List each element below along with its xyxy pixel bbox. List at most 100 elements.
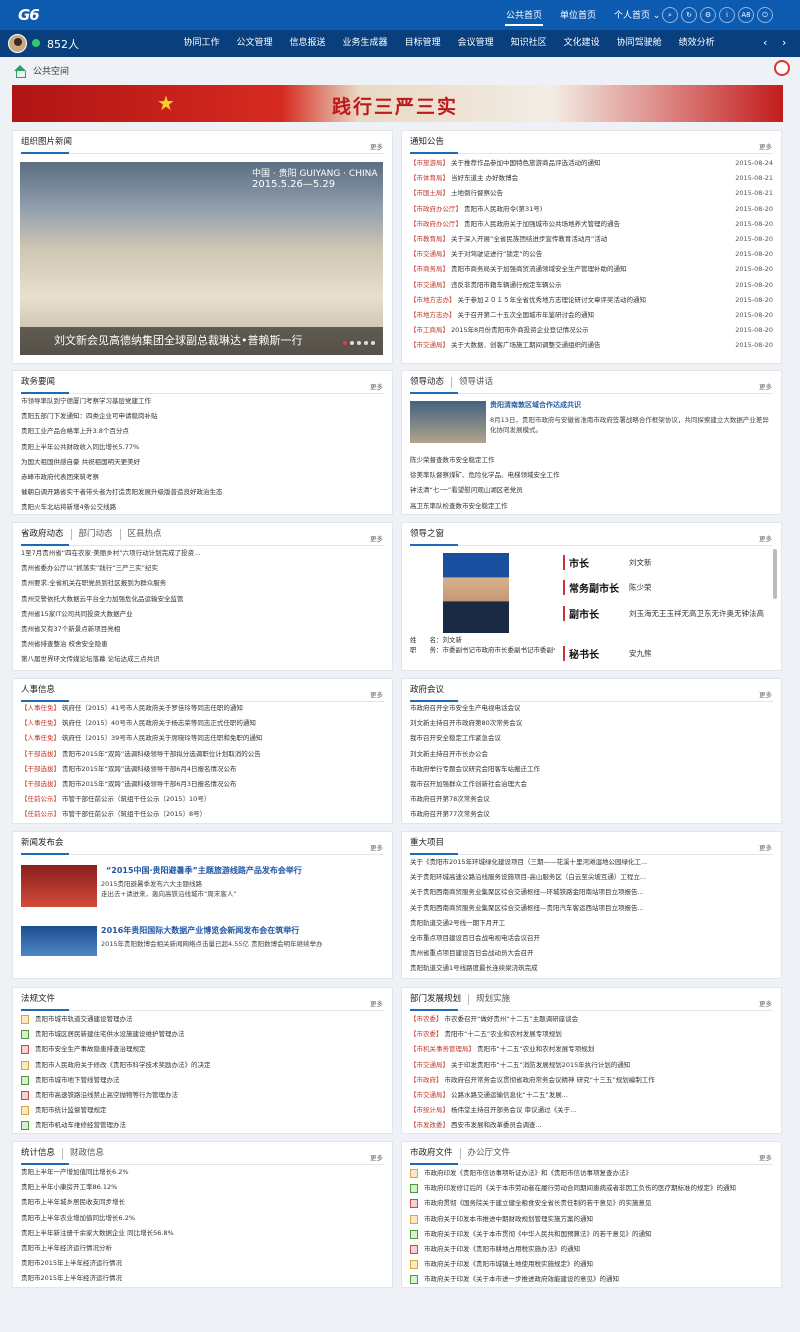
list-item-text[interactable]: 贵阳市“十二五”农业和农村发展专项规划 xyxy=(445,1027,774,1042)
list-item[interactable]: 市政府举行专题会议研究会阳客车站搬迁工作 xyxy=(410,762,773,777)
list-item-text[interactable]: 赤峰市政府代表团来筑考察 xyxy=(21,470,384,485)
list-item[interactable]: 我市召开加强群众工作创新社会治理大会 xyxy=(410,777,773,792)
list-item-text[interactable]: 贵阳市城区居民新建住宅供水设施建设维护管理办法 xyxy=(35,1027,384,1042)
more-link[interactable]: 更多 xyxy=(370,689,383,699)
list-item-tag[interactable]: 【干部选拔】 xyxy=(21,747,60,762)
list-item[interactable]: 贵阳市上半年农业增加值同比增长6.2% xyxy=(21,1211,384,1226)
list-item[interactable]: 市政府贯彻《国务院关于建立健全粮食安全省长责任制的若干意见》的实施意见 xyxy=(410,1196,773,1211)
more-link[interactable]: 更多 xyxy=(759,998,772,1008)
list-item[interactable]: 【市教育局】 关于深入开展“全省民族团结进步宣传教育活动月”活动 2015-08-2… xyxy=(410,232,773,247)
list-item[interactable]: 【任前公示】 市管干部任前公示（筑组干任公示〔2015〕8号） xyxy=(21,807,384,822)
more-link[interactable]: 更多 xyxy=(370,1152,383,1162)
home-icon[interactable] xyxy=(13,64,27,78)
list-item-text[interactable]: 贵阳火车北站将新增4条公交线路 xyxy=(21,500,384,515)
list-item-text[interactable]: 贵阳市上半年农业增加值同比增长6.2% xyxy=(21,1211,384,1226)
list-item[interactable]: 市政府召开第77次常务会议 xyxy=(410,807,773,822)
list-item-text[interactable]: 市政府印发修订后的《关于本市劳动者在履行劳动合同期间患病或者非因工负伤的医疗期标… xyxy=(424,1181,773,1196)
list-item-text[interactable]: 关于参加２０１５年全省优秀地方志理论研讨文章评奖活动的通知 xyxy=(458,293,730,308)
tab-district[interactable]: 区县热点 xyxy=(128,529,169,540)
chevron-left-icon[interactable]: ‹ xyxy=(763,36,767,49)
list-item-text[interactable]: 市政府关于印发《关于本市贯彻《中华人民共和国预算法》的若干意见》的通知 xyxy=(424,1227,773,1242)
list-item[interactable]: 贵阳市机动车维修经营管理办法 xyxy=(21,1118,384,1133)
leader-portrait[interactable] xyxy=(443,553,509,633)
list-item-tag[interactable]: 【市旅游局】 xyxy=(410,156,449,171)
list-item-tag[interactable]: 【市国土局】 xyxy=(410,186,449,201)
list-item[interactable]: 贵州省又有37个新景点新项目亮相 xyxy=(21,622,384,637)
list-item-tag[interactable]: 【干部选拔】 xyxy=(21,777,60,792)
panel-title[interactable]: 新闻发布会 xyxy=(21,838,71,849)
banner[interactable]: ★ 践行三严三实 xyxy=(12,85,783,122)
list-item-text[interactable]: 贵州要求:全省机关在职党员到社区报到为群众服务 xyxy=(21,576,384,591)
nav-item[interactable]: 知识社区 xyxy=(502,30,555,57)
list-item-text[interactable]: 贵州省15家IT公司共同投资大数据产业 xyxy=(21,607,384,622)
list-item[interactable]: 市政府关于印发本市推进中期财政规划管理实施方案的通知 xyxy=(410,1212,773,1227)
panel-title[interactable]: 领导之窗 xyxy=(410,529,451,540)
list-item-text[interactable]: 贵阳市城市轨道交通建设管理办法 xyxy=(35,1012,384,1027)
list-item[interactable]: 贵州省排查整治 校舍安全隐患 xyxy=(21,637,384,652)
list-item[interactable]: 贵阳上半年小康房开工率86.12% xyxy=(21,1180,384,1195)
list-item[interactable]: 我市召开安全稳定工作紧急会议 xyxy=(410,731,773,746)
list-item-text[interactable]: 贵阳市人民政府令(第31号) xyxy=(464,202,729,217)
nav-item[interactable]: 绩效分析 xyxy=(670,30,723,57)
list-item[interactable]: 【干部选拔】 贵阳市2015年“双跨”选调科级领导干部6月4日报名情况公布 xyxy=(21,762,384,777)
list-item[interactable]: 【市交通局】 关于印发贵阳市“十二五”消防发展规划2015年执行计划的通知 xyxy=(410,1058,773,1073)
list-item[interactable]: 【市政府办公厅】 贵阳市人民政府关于加强城市公共场地养犬管理的通告 2015-08-… xyxy=(410,217,773,232)
list-item[interactable]: 刘文新主持召开市政府第80次常务会议 xyxy=(410,716,773,731)
tab-office-docs[interactable]: 办公厅文件 xyxy=(468,1148,518,1159)
list-item[interactable]: 市政府关于印发《关于本市贯彻《中华人民共和国预算法》的若干意见》的通知 xyxy=(410,1227,773,1242)
list-item[interactable]: 贵阳轨道交通2号线一期下月开工 xyxy=(410,916,773,931)
list-item-text[interactable]: 市政府召开常务会议贯彻省政府常务会议精神 研究“十三五”规划编制工作 xyxy=(445,1073,774,1088)
list-item[interactable]: 【市政府】 市政府召开常务会议贯彻省政府常务会议精神 研究“十三五”规划编制工作 xyxy=(410,1073,773,1088)
list-item-text[interactable]: 市政府召开全市安全生产电视电话会议 xyxy=(410,701,773,716)
list-item-text[interactable]: 贵阳市高速铁路沿线禁止高空抛物等行为管理办法 xyxy=(35,1088,384,1103)
panel-title[interactable]: 人事信息 xyxy=(21,685,62,696)
nav-item[interactable]: 公文管理 xyxy=(228,30,281,57)
panel-title[interactable]: 法规文件 xyxy=(21,994,62,1005)
list-item[interactable]: 【市发改委】 西安市发展和改革委员会调查... xyxy=(410,1118,773,1133)
role-names[interactable]: 刘玉海无王玉祥无高卫东无许奥无钟法高 xyxy=(629,608,769,620)
search-icon[interactable]: ⌕ xyxy=(662,7,678,23)
list-item-text[interactable]: 贵州省又有37个新景点新项目亮相 xyxy=(21,622,384,637)
list-item-tag[interactable]: 【人事任免】 xyxy=(21,731,60,746)
power-icon[interactable]: ⏻ xyxy=(757,7,773,23)
list-item[interactable]: 贵阳轨道交通1号线路度最长连续梁浇筑完成 xyxy=(410,961,773,976)
leader-news-image[interactable] xyxy=(410,401,486,443)
list-item-text[interactable]: 贵阳市城市地下管线管理办法 xyxy=(35,1073,384,1088)
list-item-text[interactable]: 贵阳轨道交通2号线一期下月开工 xyxy=(410,916,773,931)
font-size-icon[interactable]: A8 xyxy=(738,7,754,23)
list-item[interactable]: 贵州省重点项目建设百日会战动员大会召开 xyxy=(410,946,773,961)
list-item-text[interactable]: 第八届世界环文传媒论坛落幕 论坛达成三点共识 xyxy=(21,652,384,667)
list-item-text[interactable]: 市政府召开第78次常务会议 xyxy=(410,792,773,807)
press-title[interactable]: “2015中国·贵阳避暑季”主题旅游线路产品发布会举行 xyxy=(106,865,302,876)
list-item[interactable]: 刘文新主持召开市长办公会 xyxy=(410,747,773,762)
more-link[interactable]: 更多 xyxy=(759,842,772,852)
tab-public-home[interactable]: 公共首页 xyxy=(497,0,551,30)
more-link[interactable]: 更多 xyxy=(759,381,772,391)
list-item-text[interactable]: 贵州省重点项目建设百日会战动员大会召开 xyxy=(410,946,773,961)
list-item-tag[interactable]: 【市商务局】 xyxy=(410,262,449,277)
list-item-text[interactable]: 筑府任〔2015〕39号市人民政府关于席晓玲等同志任职和免职的通知 xyxy=(62,731,384,746)
list-item[interactable]: 【干部选拔】 贵阳市2015年“双跨”选调科级领导干部6月3日报名情况公布 xyxy=(21,777,384,792)
list-item[interactable]: 贵阳市统计监督管理规定 xyxy=(21,1103,384,1118)
more-link[interactable]: 更多 xyxy=(370,533,383,543)
list-item[interactable]: 【市机关事务管理局】 贵阳市“十二五”农业和农村发展专项规划 xyxy=(410,1042,773,1057)
list-item[interactable]: 高卫东率队检查数市安全稳定工作 xyxy=(410,499,773,514)
more-link[interactable]: 更多 xyxy=(370,842,383,852)
list-item-tag[interactable]: 【人事任免】 xyxy=(21,716,60,731)
list-item[interactable]: 催朝白调开路省实干者带头者为打造贵阳发展升级版普造良好政治生态 xyxy=(21,485,384,500)
role-names[interactable]: 刘文新 xyxy=(629,557,769,569)
list-item-text[interactable]: 市政府关于印发《关于本市进一步推进政府效能建设的意见》的通知 xyxy=(424,1272,773,1287)
list-item-tag[interactable]: 【市农委】 xyxy=(410,1012,443,1027)
carousel-dot[interactable] xyxy=(350,341,354,345)
more-link[interactable]: 更多 xyxy=(759,1152,772,1162)
list-item-text[interactable]: 市领导率队到宁德厦门考察学习基层党建工作 xyxy=(21,394,384,409)
list-item-tag[interactable]: 【干部选拔】 xyxy=(21,762,60,777)
list-item-text[interactable]: 贵阳轨道交通1号线路度最长连续梁浇筑完成 xyxy=(410,961,773,976)
list-item-text[interactable]: 西安市发展和改革委员会调查... xyxy=(451,1118,773,1133)
list-item[interactable]: 市政府印发《贵阳市信访事项听证办法》和《贵阳市信访事项复查办法》 xyxy=(410,1166,773,1181)
refresh-icon[interactable]: ↻ xyxy=(681,7,697,23)
list-item-text[interactable]: 公路水路交通运输信息化“十二五”发展... xyxy=(451,1088,773,1103)
list-item[interactable]: 【市工商局】 2015年8月份贵阳市外商投资企业登记情况公示 2015-08-20 xyxy=(410,323,773,338)
list-item-text[interactable]: 市政府关于印发《贵阳市城镇土地使用税实施规定》的通知 xyxy=(424,1257,773,1272)
list-item[interactable]: 徐美率队督察煤矿、危险化学品、电梯领域安全工作 xyxy=(410,468,773,483)
